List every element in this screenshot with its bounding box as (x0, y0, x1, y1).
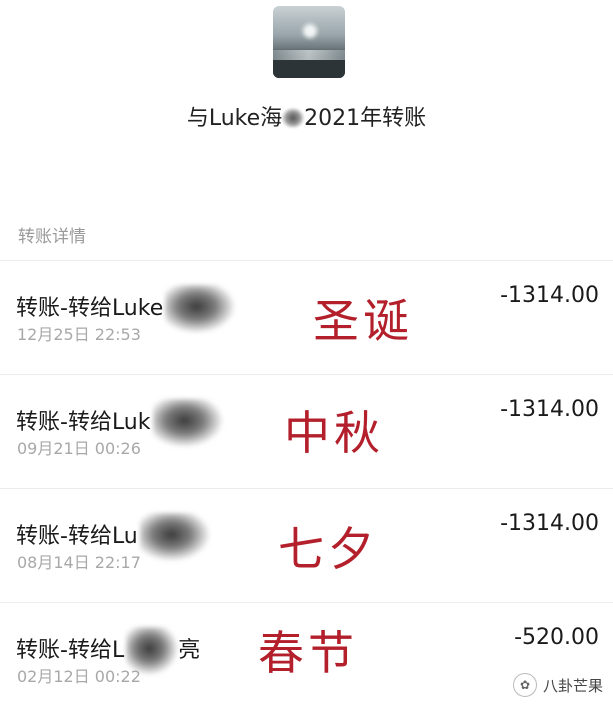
avatar-shore (273, 60, 345, 78)
title-prefix: 与Luke (186, 106, 261, 131)
transfer-row[interactable]: 转账-转给Luk 09月21日 00:26 -1314.00 中秋 (0, 374, 613, 487)
transfer-date: 09月21日 00:26 (17, 439, 141, 458)
watermark-text: 八卦芒果 (542, 676, 603, 695)
transfer-title-tail: 亮 (178, 638, 201, 663)
holiday-annotation: 中秋 (284, 406, 384, 460)
transfer-title-text: 转账-转给Luke (16, 296, 164, 321)
transfer-date: 08月14日 22:17 (17, 553, 141, 572)
transfer-title-text: 转账-转给Lu (16, 524, 138, 549)
transfer-row[interactable]: 转账-转给Lu 08月14日 22:17 -1314.00 七夕 (0, 488, 613, 601)
section-label: 转账详情 (18, 227, 86, 247)
transfer-title-text: 转账-转给Luk (16, 410, 151, 435)
page-title: 与Luke海 2021年转账 (0, 100, 613, 132)
transfer-date: 12月25日 22:53 (17, 325, 141, 344)
transfer-amount: -1314.00 (500, 511, 599, 536)
redacted-name-mark (139, 513, 210, 561)
title-partial: 海 (260, 106, 283, 131)
transfer-amount: -520.00 (514, 625, 599, 650)
redacted-name-mark (282, 108, 305, 128)
holiday-annotation: 春节 (258, 626, 358, 680)
redacted-name-mark (152, 399, 223, 447)
title-suffix: 2021年转账 (304, 106, 427, 131)
transfer-amount: -1314.00 (500, 397, 599, 422)
transfer-title-text: 转账-转给L (16, 638, 125, 663)
holiday-annotation: 圣诞 (313, 294, 413, 348)
redacted-name-mark (165, 285, 236, 333)
holiday-annotation: 七夕 (278, 522, 378, 576)
watermark: ✿ 八卦芒果 (512, 673, 603, 697)
contact-avatar[interactable] (273, 6, 345, 78)
avatar-sun (303, 24, 317, 38)
wechat-channel-icon: ✿ (512, 673, 537, 697)
transfer-date: 02月12日 00:22 (17, 667, 141, 686)
avatar-water (273, 50, 345, 60)
transfer-amount: -1314.00 (500, 283, 599, 308)
transfer-row[interactable]: 转账-转给L 亮 02月12日 00:22 -520.00 春节 (0, 602, 613, 715)
transfer-row[interactable]: 转账-转给Luke 12月25日 22:53 -1314.00 圣诞 (0, 260, 613, 373)
